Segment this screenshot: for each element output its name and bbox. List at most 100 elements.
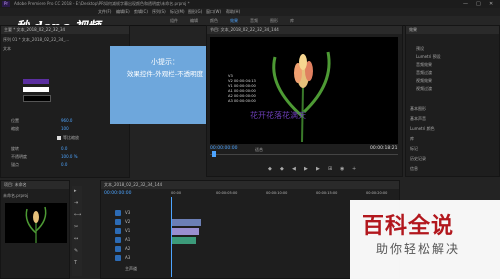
- property-anchor-value[interactable]: 0.0: [61, 162, 67, 167]
- premiere-app-icon: Pr: [2, 1, 10, 7]
- menu-marker[interactable]: 标记(M): [170, 8, 185, 16]
- effects-panel: 效果 预设 Lumetri 预设 音频效果 音频过渡 视频效果 视频过渡 基本图…: [405, 25, 500, 177]
- track-label: A1: [125, 237, 131, 242]
- property-opacity-value[interactable]: 100.0 %: [61, 154, 78, 159]
- effects-item[interactable]: Lumetri 预设: [416, 54, 441, 60]
- maximize-button[interactable]: □: [476, 0, 481, 8]
- effects-item[interactable]: 音频过渡: [416, 70, 432, 76]
- track-target-toggle[interactable]: [115, 246, 121, 252]
- track-header-a1: A1: [101, 236, 171, 244]
- track-select-icon[interactable]: ⇥: [74, 200, 78, 206]
- property-scale-label: 缩放: [11, 126, 19, 131]
- menu-clip[interactable]: 剪辑(C): [134, 8, 148, 16]
- effect-controls-tab[interactable]: 主要 * 文本_2018_02_22_32_34: [1, 26, 129, 34]
- panel-section[interactable]: 历史记录: [410, 156, 426, 162]
- workspace-tab-assembly[interactable]: 组件: [170, 17, 178, 24]
- insert-icon[interactable]: ⊞: [328, 166, 332, 172]
- uniform-scale-checkbox[interactable]: [57, 136, 61, 140]
- program-monitor-tab[interactable]: 节目: 文本_2018_02_22_32_34_144: [207, 26, 402, 34]
- add-button-icon[interactable]: +: [352, 166, 356, 172]
- mark-out-icon[interactable]: ◆: [280, 166, 284, 172]
- project-file: 未命名.prproj: [3, 193, 29, 198]
- track-target-toggle[interactable]: [115, 255, 121, 261]
- timeline-ruler[interactable]: 00:00 00:00:05:00 00:00:10:00 00:00:15:0…: [171, 191, 401, 197]
- timeline-clip-v2[interactable]: [171, 219, 201, 226]
- playhead[interactable]: [212, 151, 216, 157]
- section-label: 文本: [3, 46, 11, 51]
- workspace-tab-graphics[interactable]: 图形: [270, 17, 278, 24]
- ripple-edit-icon[interactable]: ⟷: [74, 212, 81, 218]
- flower-thumbnail: [25, 206, 47, 243]
- watermark-overlay: 百科全说 助你轻松解决: [350, 200, 500, 279]
- panel-section[interactable]: 基本图形: [410, 106, 426, 112]
- track-target-toggle[interactable]: [115, 237, 121, 243]
- tip-overlay: 小提示： 效果控件-外观栏-不透明度: [110, 46, 220, 124]
- timeline-clip-v1[interactable]: [171, 228, 199, 235]
- track-header-master: 主声道: [101, 265, 171, 273]
- source-label[interactable]: 序列 01 * 文本_2018_02_22_34_...: [3, 37, 69, 43]
- tools-panel: ▸ ⇥ ⟷ ✂ ↔ ✎ T: [72, 186, 82, 276]
- timeline-playhead[interactable]: [171, 197, 172, 277]
- effects-item[interactable]: 视频过渡: [416, 86, 432, 92]
- track-header-v3: V3: [101, 209, 171, 217]
- property-position-value[interactable]: 960.0: [61, 118, 72, 123]
- track-target-toggle[interactable]: [115, 228, 121, 234]
- program-caption: 花开花落花满天: [250, 111, 306, 120]
- track-target-toggle[interactable]: [115, 219, 121, 225]
- effects-item[interactable]: 视频效果: [416, 78, 432, 84]
- step-forward-icon[interactable]: ▶: [316, 166, 320, 172]
- project-tab[interactable]: 项目: 未命名: [1, 181, 69, 189]
- menu-bar: 文件(F) 编辑(E) 剪辑(C) 序列(S) 标记(M) 图形(G) 窗口(W…: [0, 8, 500, 16]
- minimize-button[interactable]: —: [463, 0, 468, 8]
- panel-section[interactable]: Lumetri 颜色: [410, 126, 435, 132]
- stroke-color-swatch[interactable]: [23, 87, 49, 92]
- menu-sequence[interactable]: 序列(S): [152, 8, 166, 16]
- ruler-tick: 00:00: [171, 191, 182, 195]
- slip-tool-icon[interactable]: ↔: [74, 236, 78, 242]
- panel-section[interactable]: 库: [410, 136, 414, 142]
- workspace-tab-color[interactable]: 颜色: [210, 17, 218, 24]
- export-frame-icon[interactable]: ◉: [340, 166, 344, 172]
- close-button[interactable]: ✕: [489, 0, 493, 8]
- timeline-tab[interactable]: 文本_2018_02_22_32_34_144: [101, 181, 399, 189]
- pen-tool-icon[interactable]: ✎: [74, 248, 78, 254]
- panel-section[interactable]: 信息: [410, 166, 418, 172]
- workspace-tab-libraries[interactable]: 库: [290, 17, 294, 24]
- effects-item[interactable]: 预设: [416, 46, 424, 52]
- workspace-tab-editing[interactable]: 编辑: [190, 17, 198, 24]
- property-scale-value[interactable]: 100: [61, 126, 69, 131]
- mark-in-icon[interactable]: ◆: [268, 166, 272, 172]
- track-header-v2: V2: [101, 218, 171, 226]
- effects-item[interactable]: 音频效果: [416, 62, 432, 68]
- menu-edit[interactable]: 编辑(E): [116, 8, 130, 16]
- track-label: 主声道: [125, 266, 137, 271]
- effects-panel-title[interactable]: 效果: [406, 26, 499, 34]
- project-thumbnail[interactable]: [5, 203, 67, 243]
- track-label: A2: [125, 246, 131, 251]
- workspace-tab-effects[interactable]: 效果: [230, 17, 238, 24]
- menu-help[interactable]: 帮助(H): [226, 8, 240, 16]
- track-label: V3: [125, 210, 131, 215]
- property-opacity-label: 不透明度: [11, 154, 27, 159]
- program-scrubber[interactable]: [210, 154, 398, 155]
- menu-file[interactable]: 文件(F): [98, 8, 111, 16]
- fill-color-swatch[interactable]: [23, 79, 49, 84]
- razor-tool-icon[interactable]: ✂: [74, 224, 78, 230]
- workspace-tab-audio[interactable]: 音频: [250, 17, 258, 24]
- timeline-clip-a1[interactable]: [171, 237, 196, 244]
- property-rotation-value[interactable]: 0.0: [61, 146, 67, 151]
- step-back-icon[interactable]: ◀: [292, 166, 296, 172]
- panel-section[interactable]: 基本声音: [410, 116, 426, 122]
- play-icon[interactable]: ▶: [304, 166, 308, 172]
- panel-section[interactable]: 标记: [410, 146, 418, 152]
- text-tool-icon[interactable]: T: [74, 260, 77, 266]
- shadow-color-swatch[interactable]: [23, 95, 51, 102]
- menu-window[interactable]: 窗口(W): [206, 8, 221, 16]
- fit-dropdown[interactable]: 适合: [255, 147, 263, 153]
- transport-controls: ◆ ◆ ◀ ▶ ▶ ⊞ ◉ +: [268, 166, 388, 174]
- timeline-timecode[interactable]: 00:00:00:00: [104, 191, 131, 196]
- track-target-toggle[interactable]: [115, 210, 121, 216]
- menu-graphics[interactable]: 图形(G): [188, 8, 202, 16]
- watermark-title: 百科全说: [362, 214, 455, 239]
- selection-tool-icon[interactable]: ▸: [74, 188, 77, 194]
